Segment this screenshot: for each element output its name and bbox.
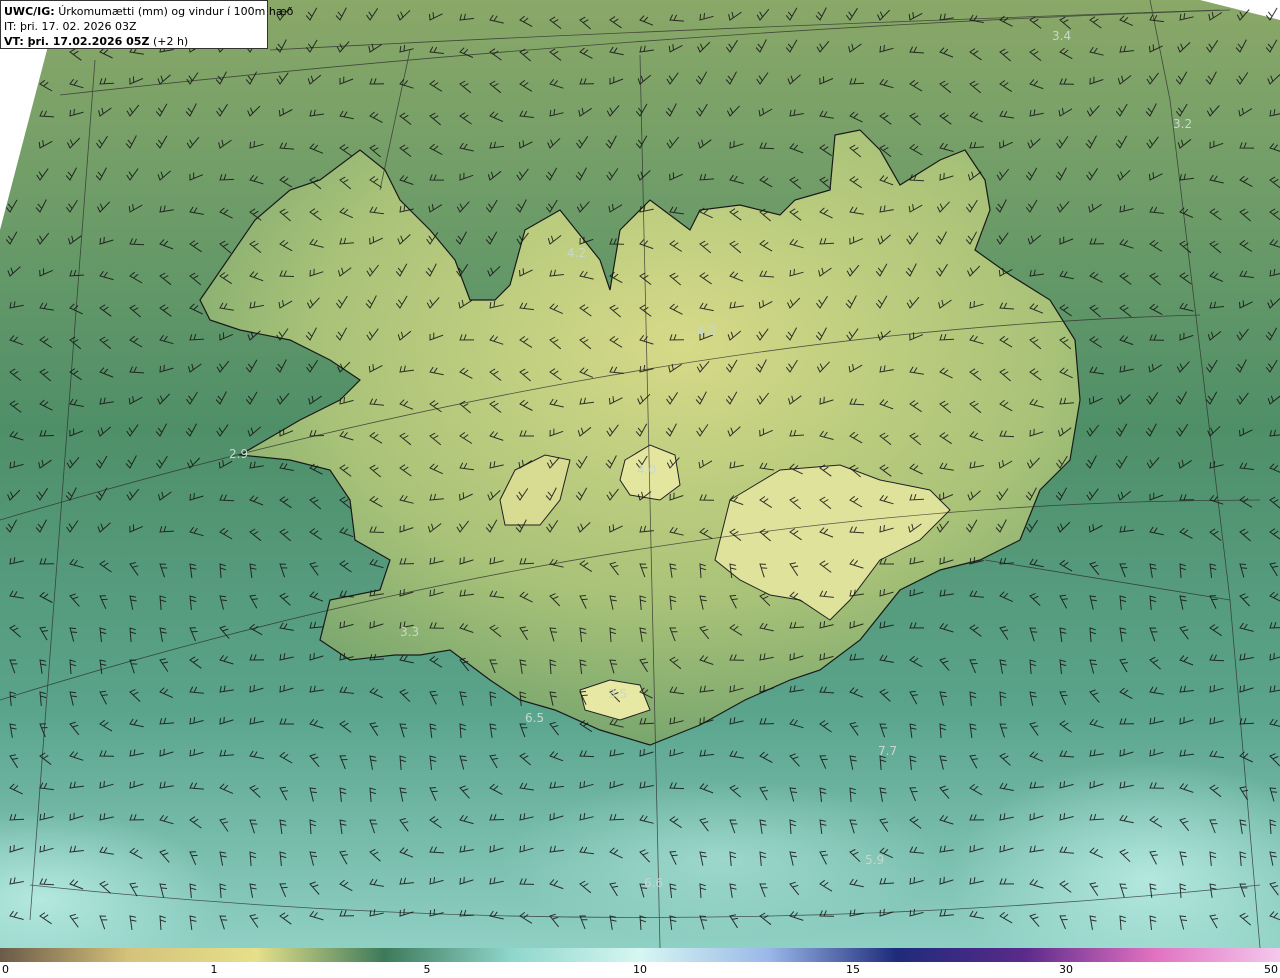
colorbar-tick: 10 — [633, 963, 647, 976]
init-time-label: IT: — [4, 20, 17, 33]
colorbar-labels: 0 1 5 10 15 30 50 — [0, 962, 1280, 978]
colorbar-tick: 15 — [846, 963, 860, 976]
init-time-value: þri. 17. 02. 2026 03Z — [19, 20, 137, 33]
colorbar-tick: 30 — [1059, 963, 1073, 976]
colorbar-tick: 1 — [210, 963, 218, 976]
value-label: 3.3 — [400, 625, 419, 639]
init-time-row: IT: þri. 17. 02. 2026 03Z — [4, 19, 267, 34]
value-label: 4.0 — [637, 463, 656, 477]
value-label: 7.7 — [878, 744, 897, 758]
value-label: 6.6 — [644, 876, 663, 890]
valid-time-offset: (+2 h) — [152, 35, 189, 48]
title-row: UWC/IG: Úrkomumætti (mm) og vindur í 100… — [4, 4, 293, 19]
colorbar-tick: 0 — [2, 963, 9, 976]
map-title: Úrkomumætti (mm) og vindur í 100m hæð — [58, 5, 294, 18]
value-label: 2.9 — [229, 447, 248, 461]
colorbar — [0, 948, 1280, 962]
value-label: 3.5 — [608, 687, 627, 701]
value-label: 5.9 — [865, 853, 884, 867]
valid-time-row: VT: þri. 17.02.2026 05Z (+2 h) — [4, 34, 267, 49]
weather-map[interactable]: 3.4 3.2 4.2 4.3 2.9 4.0 3.3 3.5 6.5 7.7 … — [0, 0, 1280, 948]
map-header: UWC/IG: Úrkomumætti (mm) og vindur í 100… — [0, 0, 293, 49]
value-label: 4.3 — [697, 324, 716, 338]
colorbar-tick: 50 — [1264, 963, 1278, 976]
valid-time-label: VT: þri. 17.02.2026 05Z — [4, 35, 150, 48]
value-label: 4.2 — [567, 246, 586, 260]
value-label: 6.5 — [525, 711, 544, 725]
value-label: 3.4 — [1052, 29, 1071, 43]
model-code: UWC/IG: — [4, 5, 55, 18]
colorbar-tick: 5 — [423, 963, 431, 976]
map-area[interactable]: 3.4 3.2 4.2 4.3 2.9 4.0 3.3 3.5 6.5 7.7 … — [0, 0, 1280, 948]
value-label: 3.2 — [1173, 117, 1192, 131]
